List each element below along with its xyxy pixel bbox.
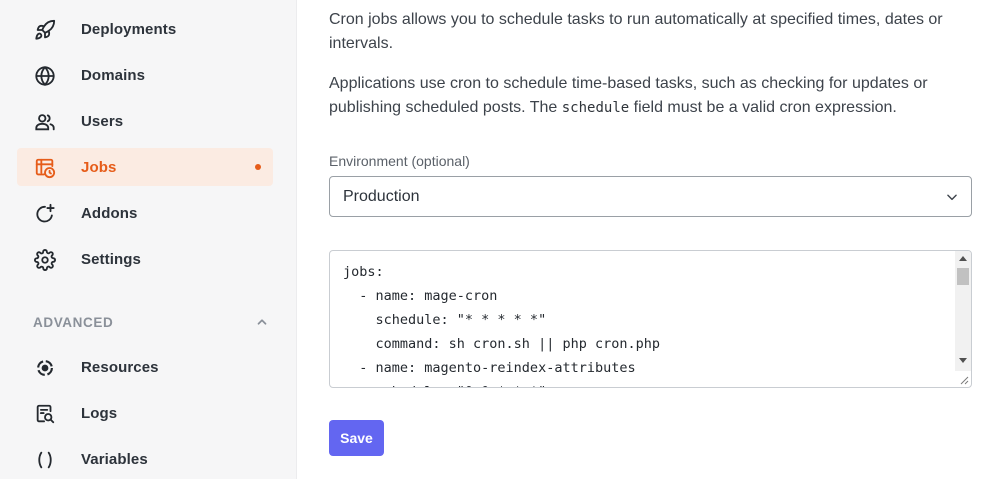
sidebar-item-resources[interactable]: Resources bbox=[17, 348, 273, 386]
sidebar-item-settings[interactable]: Settings bbox=[17, 240, 273, 278]
sidebar-item-domains[interactable]: Domains bbox=[17, 56, 273, 94]
sidebar-item-addons[interactable]: Addons bbox=[17, 194, 273, 232]
intro-text: Cron jobs allows you to schedule tasks t… bbox=[329, 11, 943, 52]
sidebar-item-label: Deployments bbox=[81, 20, 177, 38]
editor-content: jobs: - name: mage-cron schedule: "* * *… bbox=[343, 264, 660, 387]
globe-icon bbox=[33, 64, 57, 88]
sidebar-item-label: Logs bbox=[81, 404, 118, 422]
editor-scrollbar[interactable] bbox=[955, 251, 971, 371]
sidebar-item-label: Users bbox=[81, 112, 124, 130]
rocket-icon bbox=[33, 18, 57, 42]
inline-code: schedule bbox=[561, 100, 630, 116]
calendar-clock-icon bbox=[33, 156, 57, 180]
sidebar-item-logs[interactable]: Logs bbox=[17, 394, 273, 432]
save-button[interactable]: Save bbox=[329, 420, 384, 456]
sidebar-item-deployments[interactable]: Deployments bbox=[17, 10, 273, 48]
scroll-down-arrow-icon[interactable] bbox=[959, 358, 967, 363]
environment-selected-value: Production bbox=[343, 187, 420, 205]
active-indicator-dot bbox=[255, 164, 261, 170]
sidebar-item-label: Addons bbox=[81, 204, 138, 222]
jobs-yaml-editor[interactable]: jobs: - name: mage-cron schedule: "* * *… bbox=[329, 250, 972, 388]
scroll-thumb[interactable] bbox=[957, 268, 969, 285]
advanced-section-toggle[interactable]: ADVANCED bbox=[33, 313, 273, 331]
refresh-plus-icon bbox=[33, 202, 57, 226]
parentheses-icon bbox=[33, 448, 57, 472]
sidebar-item-label: Domains bbox=[81, 66, 146, 84]
log-search-icon bbox=[33, 402, 57, 426]
sidebar-item-label: Jobs bbox=[81, 158, 117, 176]
scroll-up-arrow-icon[interactable] bbox=[959, 256, 967, 261]
sidebar-item-label: Resources bbox=[81, 358, 159, 376]
sidebar-item-users[interactable]: Users bbox=[17, 102, 273, 140]
users-icon bbox=[33, 110, 57, 134]
sidebar-item-label: Variables bbox=[81, 450, 148, 468]
intro-text-secondary: Applications use cron to schedule time-b… bbox=[329, 72, 972, 120]
environment-label: Environment (optional) bbox=[329, 153, 470, 169]
environment-select[interactable]: Production bbox=[329, 176, 972, 217]
sidebar-item-jobs[interactable]: Jobs bbox=[17, 148, 273, 186]
gear-icon bbox=[33, 248, 57, 272]
sidebar-item-label: Settings bbox=[81, 250, 141, 268]
resize-grip-icon[interactable] bbox=[959, 375, 969, 385]
sidebar: Deployments Domains Users Jobs Addons Se… bbox=[0, 0, 297, 479]
chevron-down-icon bbox=[947, 194, 957, 201]
intro-text-part: field must be a valid cron expression. bbox=[629, 99, 897, 116]
pie-chart-icon bbox=[33, 356, 57, 380]
chevron-up-icon bbox=[257, 319, 267, 325]
sidebar-item-variables[interactable]: Variables bbox=[17, 440, 273, 478]
section-title: ADVANCED bbox=[33, 314, 114, 330]
